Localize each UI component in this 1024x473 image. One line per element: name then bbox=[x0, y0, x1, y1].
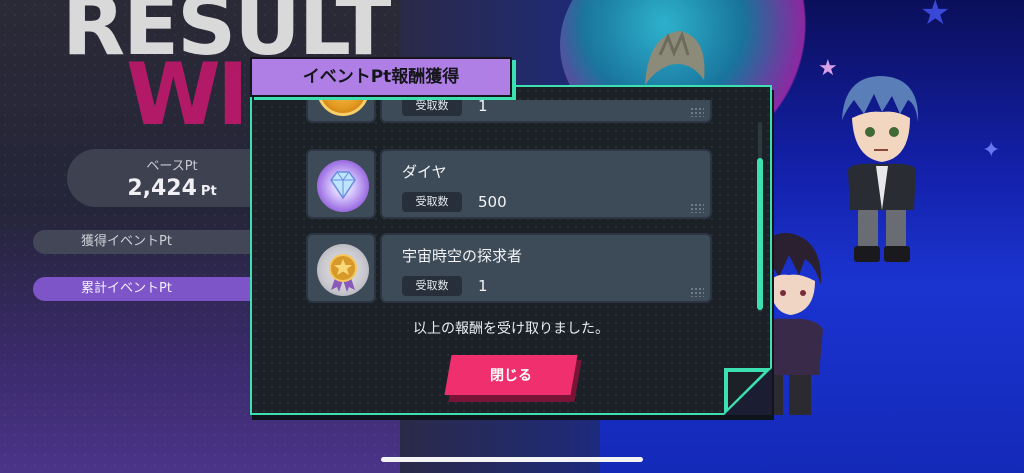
reward-list[interactable]: 受取数 1 ダイヤ 受取数 500 宇宙時空の探求者 受取数 1 bbox=[258, 100, 748, 312]
received-message: 以上の報酬を受け取りました。 bbox=[413, 321, 609, 337]
corner-dots bbox=[690, 107, 704, 117]
dialog-title: イベントPt報酬獲得 bbox=[250, 57, 512, 97]
medal-icon bbox=[317, 244, 369, 296]
base-points-unit: Pt bbox=[200, 184, 217, 199]
base-points-panel: ベースPt 2,424 Pt bbox=[67, 149, 277, 207]
close-button[interactable]: 閉じる bbox=[444, 355, 578, 395]
medal-shape bbox=[329, 254, 357, 292]
diamond-shape bbox=[330, 171, 356, 200]
reward-info: ダイヤ 受取数 500 bbox=[380, 149, 712, 219]
corner-dots bbox=[690, 287, 704, 297]
earned-event-points-bar: 獲得イベントPt bbox=[33, 230, 263, 254]
base-points-label: ベースPt bbox=[146, 159, 198, 174]
quantity-value: 1 bbox=[478, 100, 488, 115]
reward-icon-frame bbox=[306, 233, 376, 303]
diamond-icon bbox=[317, 160, 369, 212]
reward-name: 宇宙時空の探求者 bbox=[402, 247, 523, 265]
reward-name: ダイヤ bbox=[402, 163, 447, 181]
win-text: WI bbox=[126, 45, 249, 145]
scrollbar-thumb[interactable] bbox=[757, 158, 763, 310]
base-points-number: 2,424 bbox=[127, 176, 197, 201]
dialog-folded-corner bbox=[724, 368, 772, 415]
quantity-label: 受取数 bbox=[402, 100, 462, 116]
reward-item: ダイヤ 受取数 500 bbox=[306, 149, 712, 219]
reward-icon-frame bbox=[306, 149, 376, 219]
reward-icon-frame bbox=[306, 100, 376, 123]
reward-info: 受取数 1 bbox=[380, 100, 712, 123]
base-points-value: 2,424 Pt bbox=[67, 176, 277, 201]
character-blue-hair bbox=[842, 76, 919, 262]
star-icon: ★ bbox=[920, 0, 951, 33]
corner-dots bbox=[690, 203, 704, 213]
reward-item: 受取数 1 bbox=[306, 100, 712, 123]
quantity-value: 1 bbox=[478, 277, 488, 295]
quantity-label: 受取数 bbox=[402, 276, 462, 296]
home-indicator[interactable] bbox=[381, 457, 643, 462]
gold-coin-icon bbox=[317, 100, 369, 116]
reward-info: 宇宙時空の探求者 受取数 1 bbox=[380, 233, 712, 303]
quantity-value: 500 bbox=[478, 193, 507, 211]
reward-item: 宇宙時空の探求者 受取数 1 bbox=[306, 233, 712, 303]
quantity-label: 受取数 bbox=[402, 192, 462, 212]
close-button-label: 閉じる bbox=[490, 367, 532, 383]
star-icon: ✦ bbox=[982, 138, 1001, 163]
total-event-points-bar: 累計イベントPt bbox=[33, 277, 263, 301]
